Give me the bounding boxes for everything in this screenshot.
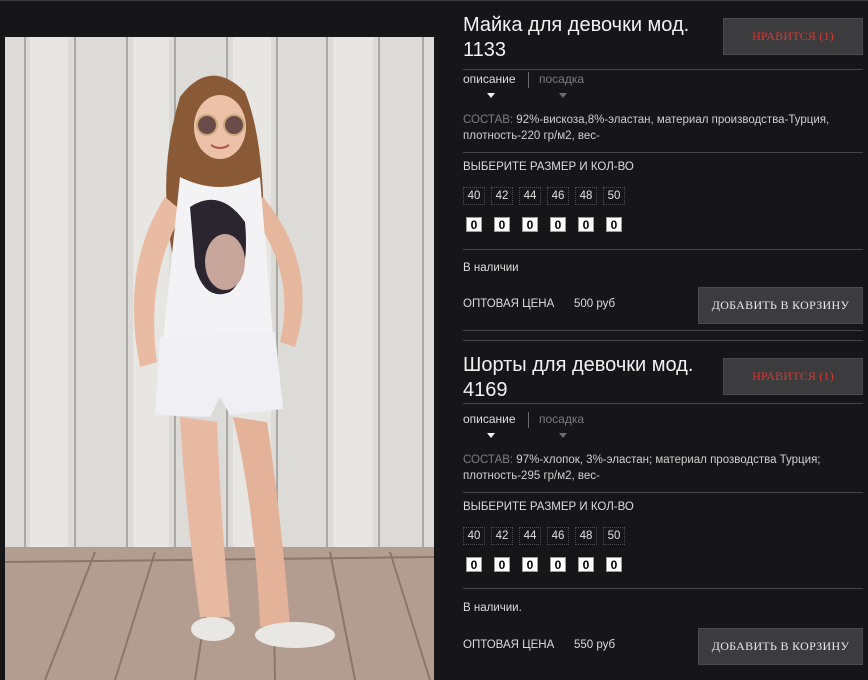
quantity-input[interactable]: 0 [522,557,538,572]
tab-fit[interactable]: посадка [539,412,584,438]
chevron-down-icon [487,93,495,98]
divider [463,492,863,493]
divider [463,249,863,250]
size-option[interactable]: 46 [547,527,569,545]
quantity-input[interactable]: 0 [578,557,594,572]
product-title[interactable]: Шорты для девочки мод. 4169 [463,353,713,403]
size-list: 40 42 44 46 48 50 [463,527,631,545]
divider [463,588,863,589]
quantity-input[interactable]: 0 [466,557,482,572]
divider [463,403,863,404]
like-button[interactable]: НРАВИТСЯ (1) [723,18,863,55]
choose-size-label: ВЫБЕРИТЕ РАЗМЕР И КОЛ-ВО [463,161,634,173]
product-title-line1: Шорты для девочки мод. [463,354,694,376]
product-photo-image [5,37,434,680]
product-title-line2: 4169 [463,379,508,401]
quantity-input[interactable]: 0 [606,217,622,232]
chevron-down-icon [487,433,495,438]
tab-description[interactable]: описание [463,72,516,98]
size-option[interactable]: 50 [603,187,625,205]
composition-text: СОСТАВ: 97%-хлопок, 3%-эластан; материал… [463,454,821,482]
price-value: 500 руб [574,298,616,310]
price-label: ОПТОВАЯ ЦЕНА [463,639,555,651]
top-divider [0,0,868,1]
quantity-input[interactable]: 0 [466,217,482,232]
size-option[interactable]: 44 [519,527,541,545]
quantity-input[interactable]: 0 [522,217,538,232]
size-option[interactable]: 42 [491,187,513,205]
divider [463,152,863,153]
tab-description[interactable]: описание [463,412,516,438]
chevron-down-icon [559,433,567,438]
size-option[interactable]: 48 [575,527,597,545]
product-title-line1: Майка для девочки мод. [463,14,690,36]
size-option[interactable]: 50 [603,527,625,545]
size-option[interactable]: 40 [463,527,485,545]
chevron-down-icon [559,93,567,98]
price-label: ОПТОВАЯ ЦЕНА [463,298,555,310]
divider [463,330,863,331]
stock-status: В наличии [463,262,519,274]
quantity-input[interactable]: 0 [494,557,510,572]
add-to-cart-button[interactable]: ДОБАВИТЬ В КОРЗИНУ [698,628,863,665]
quantity-input[interactable]: 0 [578,217,594,232]
size-list: 40 42 44 46 48 50 [463,187,631,205]
tab-divider [528,412,529,428]
size-option[interactable]: 46 [547,187,569,205]
price-value: 550 руб [574,639,616,651]
quantity-input[interactable]: 0 [550,217,566,232]
product-photo[interactable] [5,37,434,680]
size-option[interactable]: 48 [575,187,597,205]
product-title-line2: 1133 [463,39,507,61]
add-to-cart-button[interactable]: ДОБАВИТЬ В КОРЗИНУ [698,287,863,324]
size-option[interactable]: 42 [491,527,513,545]
product-title[interactable]: Майка для девочки мод. 1133 [463,13,713,63]
tab-fit[interactable]: посадка [539,72,584,98]
divider [463,340,863,341]
quantity-list: 0 0 0 0 0 0 [463,557,631,572]
stock-status: В наличии. [463,602,522,614]
size-option[interactable]: 40 [463,187,485,205]
quantity-input[interactable]: 0 [550,557,566,572]
size-option[interactable]: 44 [519,187,541,205]
quantity-list: 0 0 0 0 0 0 [463,217,631,232]
quantity-input[interactable]: 0 [494,217,510,232]
tab-divider [528,72,529,88]
divider [463,69,863,70]
composition-text: СОСТАВ: 92%-вискоза,8%-эластан, материал… [463,114,830,142]
quantity-input[interactable]: 0 [606,557,622,572]
choose-size-label: ВЫБЕРИТЕ РАЗМЕР И КОЛ-ВО [463,501,634,513]
like-button[interactable]: НРАВИТСЯ (1) [723,358,863,395]
